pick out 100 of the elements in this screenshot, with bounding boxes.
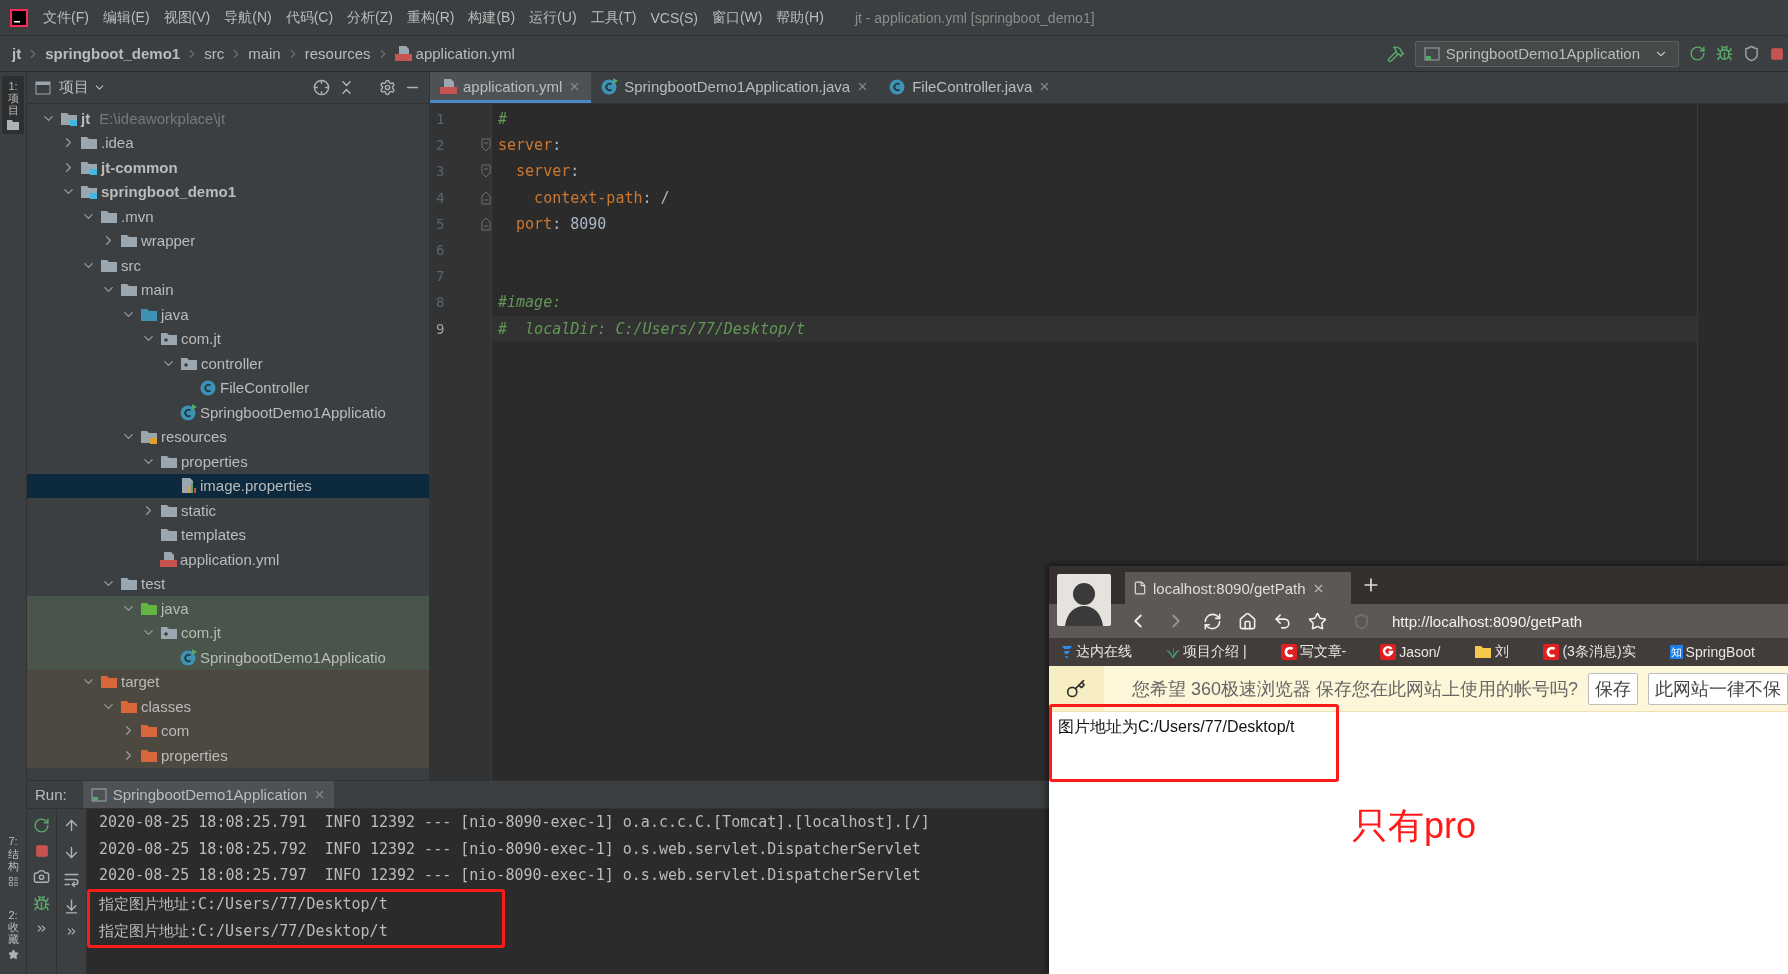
tree-item[interactable]: test: [27, 571, 429, 596]
menu-item[interactable]: 构建(B): [461, 8, 523, 27]
menu-item[interactable]: 帮助(H): [769, 8, 831, 27]
tree-item[interactable]: classes: [27, 694, 429, 719]
bug-icon[interactable]: [1716, 45, 1733, 62]
tree-item[interactable]: image.properties: [27, 473, 429, 498]
tree-item[interactable]: resources: [27, 424, 429, 449]
stop-icon[interactable]: [34, 844, 49, 858]
star-icon[interactable]: [1308, 611, 1327, 631]
tree-item[interactable]: wrapper: [27, 228, 429, 253]
menu-item[interactable]: 编辑(E): [95, 8, 157, 27]
tree-item[interactable]: properties: [27, 449, 429, 474]
tree-item[interactable]: FileController: [27, 375, 429, 400]
editor-tab[interactable]: FileController.java: [879, 72, 1062, 103]
address-field[interactable]: http://localhost:8090/getPath: [1392, 612, 1583, 630]
tree-item[interactable]: jt-common: [27, 155, 429, 180]
tree-item[interactable]: java: [27, 302, 429, 327]
tree-item[interactable]: springboot_demo1: [27, 179, 429, 204]
menu-item[interactable]: 窗口(W): [704, 8, 770, 27]
bookmark[interactable]: 项目介绍 |: [1166, 643, 1247, 661]
bookmark[interactable]: (3条消息)实: [1543, 643, 1636, 661]
menu-item[interactable]: 视图(V): [156, 8, 218, 27]
panel-title-dropdown[interactable]: 项目: [59, 78, 106, 97]
excluded-folder-icon: [140, 723, 158, 739]
menu-item[interactable]: 运行(U): [522, 8, 584, 27]
menu-item[interactable]: 分析(Z): [340, 8, 400, 27]
tree-item[interactable]: jt E:\ideaworkplace\jt: [27, 106, 429, 131]
wrap-icon[interactable]: [63, 871, 80, 888]
tree-item[interactable]: controller: [27, 351, 429, 376]
run-tab[interactable]: SpringbootDemo1Application: [82, 781, 334, 808]
tree-item[interactable]: templates: [27, 522, 429, 547]
folder-icon: [100, 257, 118, 273]
breadcrumb[interactable]: application.yml: [394, 45, 515, 62]
prompt-button[interactable]: 此网站一律不保: [1648, 672, 1788, 705]
c-logo-icon: [1543, 644, 1560, 660]
run-configuration-dropdown[interactable]: SpringbootDemo1Application: [1414, 40, 1679, 67]
undo-icon[interactable]: [1273, 611, 1292, 631]
tree-item[interactable]: .mvn: [27, 204, 429, 229]
more-icon[interactable]: [35, 922, 48, 935]
more-icon[interactable]: [65, 925, 78, 938]
fold-marker-icon[interactable]: [481, 190, 491, 205]
menu-item[interactable]: 导航(N): [217, 8, 279, 27]
tree-item[interactable]: com: [27, 718, 429, 743]
reload-icon[interactable]: [1203, 611, 1222, 631]
tool-window-tab[interactable]: 7: 结构: [2, 831, 24, 891]
close-icon[interactable]: [313, 788, 326, 801]
bookmark[interactable]: 刘: [1474, 643, 1510, 661]
tree-item[interactable]: properties: [27, 743, 429, 768]
breadcrumb[interactable]: jt: [12, 45, 22, 62]
bookmark[interactable]: 知 SpringBoot: [1669, 644, 1755, 660]
breadcrumb[interactable]: main: [248, 45, 281, 62]
menu-item[interactable]: 重构(R): [400, 8, 462, 27]
tree-item[interactable]: static: [27, 498, 429, 523]
tree-item[interactable]: src: [27, 253, 429, 278]
bookmark[interactable]: 写文章-: [1280, 643, 1347, 661]
fold-marker-icon[interactable]: [481, 216, 491, 231]
tree-item[interactable]: main: [27, 277, 429, 302]
breadcrumb[interactable]: src: [204, 45, 225, 62]
tool-window-tab[interactable]: 2: 收藏: [2, 904, 24, 964]
app-logo-icon[interactable]: [10, 8, 28, 27]
up-arrow-icon[interactable]: [63, 817, 80, 834]
class-icon: [889, 77, 907, 95]
stop-icon[interactable]: [1770, 46, 1784, 61]
menu-item[interactable]: 代码(C): [278, 8, 341, 27]
tree-item[interactable]: .idea: [27, 130, 429, 155]
fold-marker-icon[interactable]: [481, 164, 491, 179]
tree-item[interactable]: application.yml: [27, 547, 429, 572]
tree-item[interactable]: com.jt: [27, 326, 429, 351]
down-arrow-icon[interactable]: [63, 844, 80, 861]
tree-item[interactable]: SpringbootDemo1Applicatio: [27, 400, 429, 425]
hammer-icon[interactable]: [1386, 44, 1405, 63]
editor-tab[interactable]: application.yml: [430, 72, 592, 103]
scroll-to-end-icon[interactable]: [63, 898, 80, 915]
shield-icon[interactable]: [1743, 45, 1760, 62]
settings-icon[interactable]: [379, 79, 396, 96]
resources-folder-icon: [140, 429, 158, 445]
bug-icon[interactable]: [33, 895, 50, 912]
tree-item[interactable]: SpringbootDemo1Applicatio: [27, 645, 429, 670]
bookmark[interactable]: 达内在线: [1061, 643, 1132, 661]
prompt-button[interactable]: 保存: [1588, 672, 1638, 705]
editor-tab[interactable]: SpringbootDemo1Application.java: [591, 72, 880, 103]
home-icon[interactable]: [1238, 611, 1257, 631]
crosshair-icon[interactable]: [313, 79, 330, 96]
menu-item[interactable]: VCS(S): [643, 9, 705, 26]
menu-item[interactable]: 文件(F): [36, 8, 96, 27]
tree-item[interactable]: com.jt: [27, 620, 429, 645]
tree-item[interactable]: target: [27, 669, 429, 694]
menu-item[interactable]: 工具(T): [583, 8, 644, 27]
bookmark[interactable]: Jason/: [1380, 644, 1441, 660]
g-logo-icon: [1380, 644, 1397, 660]
tree-item[interactable]: java: [27, 596, 429, 621]
camera-icon[interactable]: [33, 868, 50, 885]
breadcrumb[interactable]: springboot_demo1: [45, 45, 181, 62]
breadcrumb[interactable]: resources: [304, 45, 371, 62]
browser-tab[interactable]: localhost:8090/getPath: [1125, 572, 1351, 604]
rerun-icon[interactable]: [33, 817, 50, 834]
avatar[interactable]: [1057, 574, 1111, 626]
tool-window-tab[interactable]: 1: 项目: [2, 76, 24, 135]
fold-marker-icon[interactable]: [481, 138, 491, 153]
rerun-icon[interactable]: [1689, 45, 1706, 62]
